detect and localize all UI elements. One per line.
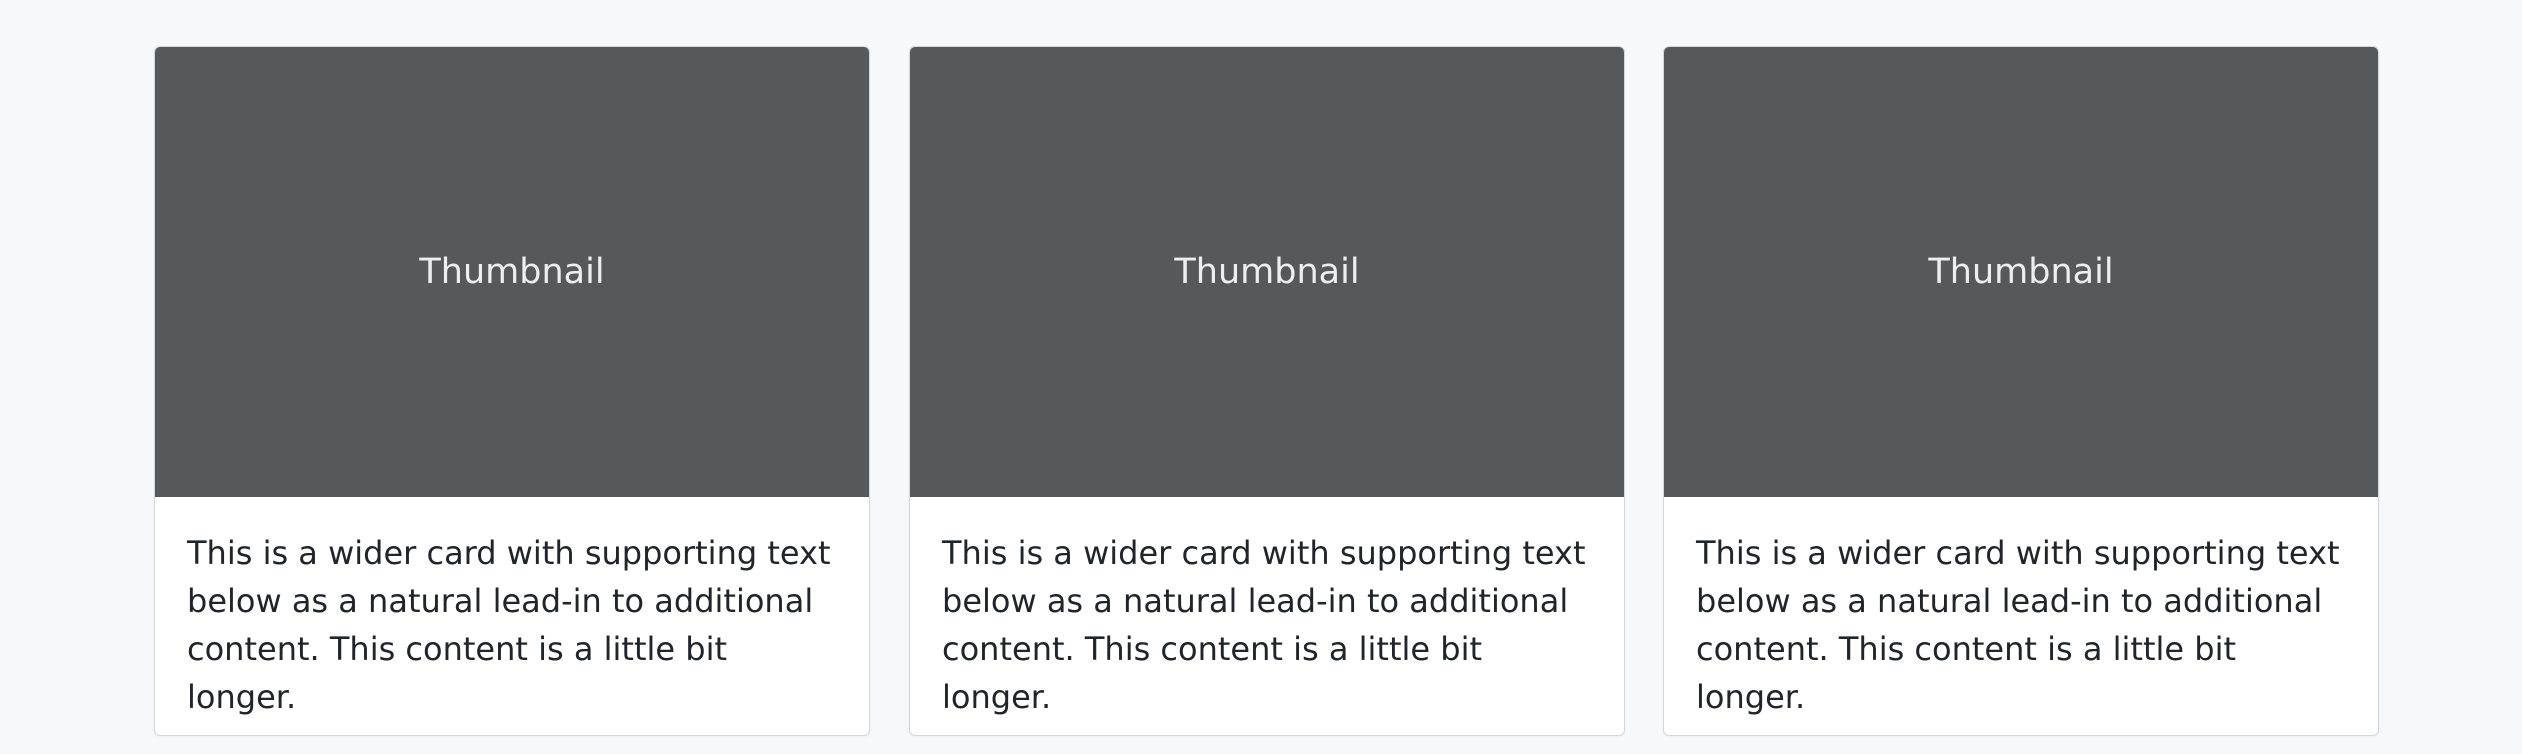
card-body: This is a wider card with supporting tex… [155, 497, 869, 721]
card: Thumbnail This is a wider card with supp… [909, 46, 1625, 736]
thumbnail-label: Thumbnail [1174, 252, 1360, 292]
card-text: This is a wider card with supporting tex… [942, 534, 1586, 716]
card-body: This is a wider card with supporting tex… [910, 497, 1624, 721]
card-text: This is a wider card with supporting tex… [187, 534, 831, 716]
thumbnail-label: Thumbnail [419, 252, 605, 292]
card-thumbnail: Thumbnail [155, 47, 869, 497]
card-thumbnail: Thumbnail [910, 47, 1624, 497]
card: Thumbnail This is a wider card with supp… [1663, 46, 2379, 736]
card-thumbnail: Thumbnail [1664, 47, 2378, 497]
card-text: This is a wider card with supporting tex… [1696, 534, 2340, 716]
card-body: This is a wider card with supporting tex… [1664, 497, 2378, 721]
card-album: Thumbnail This is a wider card with supp… [0, 0, 2522, 754]
card: Thumbnail This is a wider card with supp… [154, 46, 870, 736]
thumbnail-label: Thumbnail [1928, 252, 2114, 292]
